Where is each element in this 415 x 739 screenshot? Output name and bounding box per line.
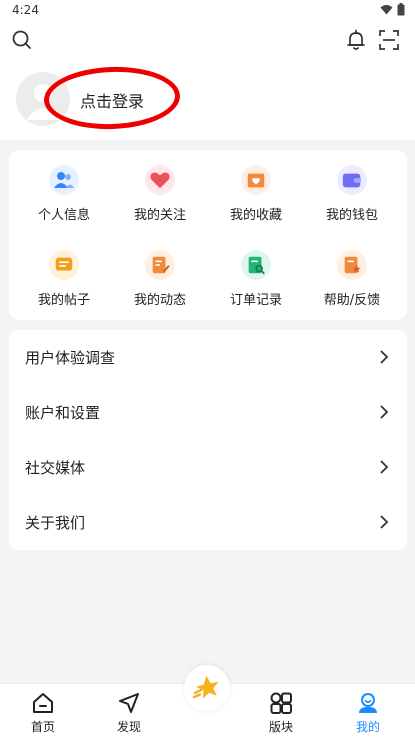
- avatar[interactable]: [16, 72, 70, 126]
- profile-header: 点击登录: [0, 20, 415, 140]
- star-icon: [192, 675, 219, 699]
- nav-mine[interactable]: 我的: [333, 684, 403, 739]
- menu-item-ux-survey[interactable]: 用户体验调查: [9, 330, 407, 385]
- center-action-button[interactable]: [184, 665, 230, 711]
- grid-item-posts[interactable]: 我的帖子: [16, 250, 112, 320]
- chevron-right-icon: [380, 350, 389, 364]
- status-time: 4:24: [12, 3, 39, 17]
- status-bar: 4:24: [0, 0, 415, 20]
- favorite-box-icon: [247, 173, 265, 188]
- battery-icon: [397, 3, 405, 16]
- nav-discover[interactable]: 发现: [94, 684, 164, 739]
- help-star-icon: [344, 256, 361, 274]
- grid-item-profile[interactable]: 个人信息: [16, 165, 112, 235]
- grid-blocks-icon: [270, 692, 292, 714]
- menu-item-social-media[interactable]: 社交媒体: [9, 440, 407, 495]
- heart-icon: [150, 172, 170, 189]
- edit-note-icon: [152, 256, 170, 274]
- grid-item-activity[interactable]: 我的动态: [112, 250, 208, 320]
- default-avatar-icon: [27, 84, 59, 120]
- search-icon[interactable]: [10, 28, 34, 52]
- navigation-arrow-icon: [119, 693, 139, 713]
- wallet-icon: [342, 173, 362, 188]
- wifi-icon: [380, 5, 393, 15]
- grid-item-orders[interactable]: 订单记录: [208, 250, 304, 320]
- grid-item-wallet[interactable]: 我的钱包: [304, 165, 400, 235]
- nav-sections[interactable]: 版块: [246, 684, 316, 739]
- user-group-icon: [54, 172, 74, 188]
- posts-icon: [55, 257, 73, 271]
- menu-item-account-settings[interactable]: 账户和设置: [9, 385, 407, 440]
- order-search-icon: [248, 256, 265, 275]
- status-icons: [380, 3, 405, 16]
- settings-menu: 用户体验调查 账户和设置 社交媒体 关于我们: [9, 330, 407, 550]
- scan-icon[interactable]: [377, 28, 401, 52]
- login-link[interactable]: 点击登录: [80, 88, 144, 112]
- menu-item-about-us[interactable]: 关于我们: [9, 495, 407, 550]
- home-icon: [33, 693, 53, 713]
- grid-item-following[interactable]: 我的关注: [112, 165, 208, 235]
- user-profile-icon: [359, 693, 377, 713]
- grid-item-favorites[interactable]: 我的收藏: [208, 165, 304, 235]
- nav-home[interactable]: 首页: [8, 684, 78, 739]
- bell-icon[interactable]: [344, 28, 368, 52]
- chevron-right-icon: [380, 515, 389, 529]
- feature-grid: 个人信息 我的关注 我的收藏 我的钱包 我的帖子 我的动态 订单记录 帮助/反馈: [9, 150, 407, 320]
- chevron-right-icon: [380, 460, 389, 474]
- grid-item-help[interactable]: 帮助/反馈: [304, 250, 400, 320]
- chevron-right-icon: [380, 405, 389, 419]
